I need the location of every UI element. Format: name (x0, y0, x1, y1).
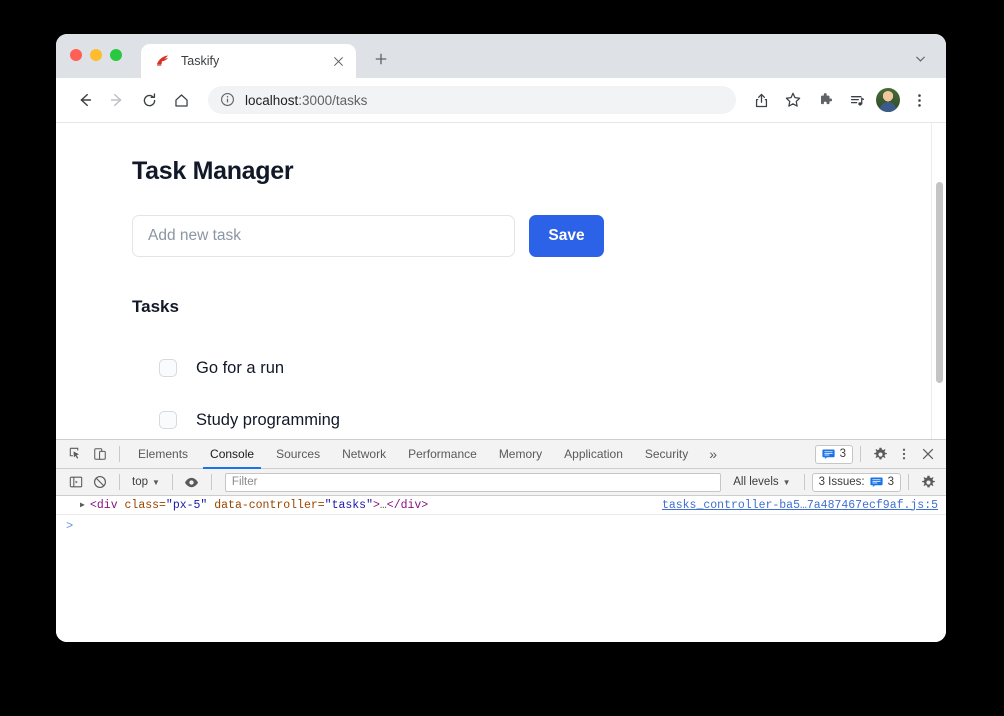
maximize-window-button[interactable] (110, 49, 122, 61)
console-issues-count: 3 (887, 476, 894, 488)
devtools-panel: Elements Console Sources Network Perform… (56, 439, 946, 642)
devtools-tab-elements[interactable]: Elements (127, 440, 199, 469)
task-manager-page: Task Manager Save Tasks Go for a run Stu… (56, 123, 946, 439)
console-log-message: <div class="px-5" data-controller="tasks… (90, 499, 428, 512)
divider (860, 446, 861, 462)
task-list-item[interactable]: Study programming (159, 394, 946, 439)
tasks-heading: Tasks (132, 297, 179, 316)
devtools-tab-network[interactable]: Network (331, 440, 397, 469)
media-playlist-icon[interactable] (842, 85, 872, 115)
divider (119, 474, 120, 490)
console-toolbar: top ▼ All levels ▼ 3 Issues: 3 (56, 469, 946, 496)
devtools-tab-application[interactable]: Application (553, 440, 634, 469)
console-issues-button[interactable]: 3 Issues: 3 (811, 472, 901, 492)
home-button[interactable] (166, 85, 196, 115)
devtools-tab-sources[interactable]: Sources (265, 440, 331, 469)
console-prompt[interactable]: > (56, 515, 946, 536)
tab-strip: Taskify (56, 34, 946, 78)
browser-window: Taskify localhost:3000/tasks Task Manage… (56, 34, 946, 642)
console-context-selector[interactable]: top ▼ (127, 472, 165, 492)
devtools-tab-memory[interactable]: Memory (488, 440, 553, 469)
device-toolbar-icon[interactable] (88, 443, 112, 465)
tab-title: Taskify (181, 54, 220, 68)
dom-tag-end: > (372, 498, 380, 512)
devtools-tab-performance[interactable]: Performance (397, 440, 488, 469)
dom-attr-name: data-controller= (207, 498, 325, 512)
page-viewport: Task Manager Save Tasks Go for a run Stu… (56, 123, 946, 439)
dom-attr-value: "px-5" (165, 498, 208, 512)
chevron-down-icon: ▼ (782, 477, 791, 487)
devtools-settings-gear-icon[interactable] (868, 443, 892, 465)
dom-close-tag: </div> (386, 498, 429, 512)
prompt-chevron-icon: > (66, 518, 74, 533)
console-sidebar-icon[interactable] (64, 471, 88, 493)
dom-collapsed-ellipsis: … (379, 498, 387, 512)
tab-search-chevron-down-icon[interactable] (908, 46, 932, 70)
expand-arrow-icon[interactable]: ▶ (80, 500, 85, 510)
console-issues-label: 3 Issues: (818, 476, 865, 488)
console-log-entry[interactable]: ▶ <div class="px-5" data-controller="tas… (56, 496, 946, 515)
devtools-menu-kebab-icon[interactable] (892, 443, 916, 465)
console-level-selector[interactable]: All levels ▼ (727, 472, 796, 492)
live-expression-eye-icon[interactable] (180, 471, 204, 493)
close-tab-icon[interactable] (330, 53, 346, 69)
task-label: Study programming (196, 410, 340, 429)
window-controls (70, 34, 122, 78)
clear-console-icon[interactable] (88, 471, 112, 493)
divider (171, 474, 173, 490)
inspect-element-icon[interactable] (64, 443, 88, 465)
new-task-input[interactable] (132, 215, 515, 257)
divider (210, 474, 212, 490)
console-level-value: All levels (733, 476, 779, 488)
rails-logo-icon (155, 53, 171, 69)
back-button[interactable] (70, 85, 100, 115)
task-checkbox[interactable] (159, 411, 177, 429)
forward-button[interactable] (102, 85, 132, 115)
console-settings-gear-icon[interactable] (916, 471, 940, 493)
console-context-value: top (132, 476, 148, 488)
save-button[interactable]: Save (529, 215, 604, 257)
task-list: Go for a run Study programming (132, 342, 946, 439)
extensions-puzzle-icon[interactable] (810, 85, 840, 115)
chevron-down-icon: ▼ (152, 477, 160, 487)
issues-count-value: 3 (839, 448, 846, 460)
close-window-button[interactable] (70, 49, 82, 61)
task-list-item[interactable]: Go for a run (159, 342, 946, 394)
page-title: Task Manager (132, 157, 294, 185)
address-bar[interactable]: localhost:3000/tasks (208, 86, 736, 114)
devtools-tab-console[interactable]: Console (199, 440, 265, 469)
bookmark-star-icon[interactable] (778, 85, 808, 115)
issues-count-badge[interactable]: 3 (814, 444, 853, 464)
browser-toolbar: localhost:3000/tasks (56, 78, 946, 123)
profile-avatar[interactable] (876, 88, 900, 112)
task-checkbox[interactable] (159, 359, 177, 377)
new-tab-button[interactable] (368, 46, 394, 72)
add-task-form: Save (132, 215, 946, 257)
console-source-link[interactable]: tasks_controller-ba5…7a487467ecf9af.js:5 (648, 499, 938, 512)
address-bar-url: localhost:3000/tasks (245, 92, 368, 108)
divider (119, 446, 120, 462)
reload-button[interactable] (134, 85, 164, 115)
page-scrollbar-thumb[interactable] (936, 182, 943, 383)
browser-menu-kebab-icon[interactable] (904, 85, 934, 115)
info-circle-icon[interactable] (220, 92, 236, 108)
minimize-window-button[interactable] (90, 49, 102, 61)
message-bubble-icon (822, 449, 835, 459)
devtools-tab-security[interactable]: Security (634, 440, 699, 469)
task-label: Go for a run (196, 358, 285, 377)
divider (803, 474, 805, 490)
dom-open-tag: <div (90, 498, 118, 512)
message-bubble-icon (870, 477, 883, 487)
dom-attr-name: class= (117, 498, 166, 512)
devtools-close-icon[interactable] (916, 443, 940, 465)
browser-tab-taskify[interactable]: Taskify (141, 44, 356, 78)
dom-attr-value: "tasks" (324, 498, 373, 512)
divider (908, 474, 909, 490)
share-icon[interactable] (746, 85, 776, 115)
devtools-tab-bar: Elements Console Sources Network Perform… (56, 440, 946, 469)
console-filter-input[interactable] (224, 472, 722, 492)
console-output: ▶ <div class="px-5" data-controller="tas… (56, 496, 946, 642)
more-tabs-chevron-icon[interactable]: » (699, 446, 727, 462)
